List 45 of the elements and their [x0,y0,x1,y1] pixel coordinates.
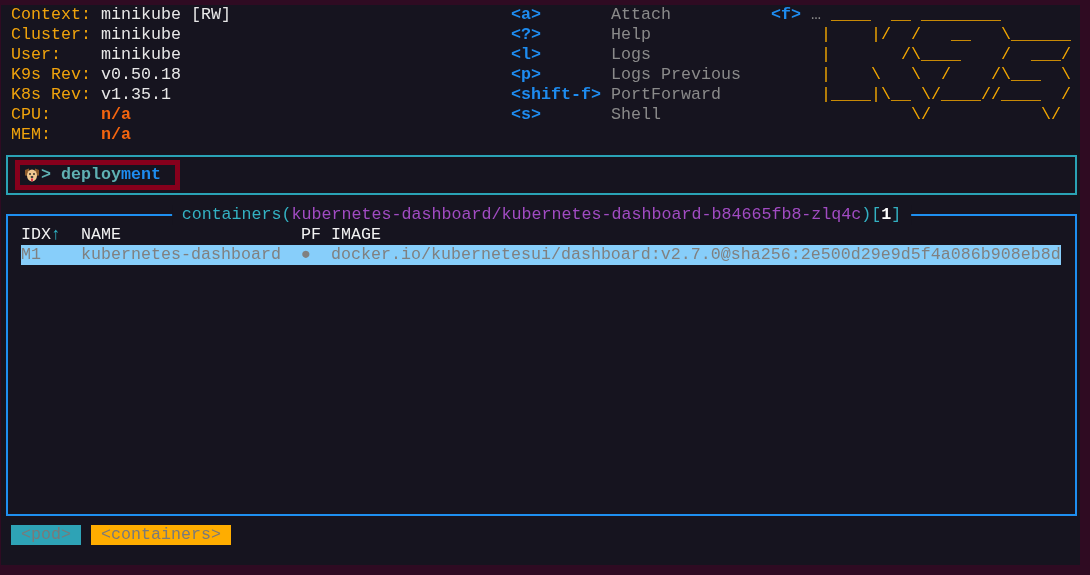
ascii-logo: ____ __ ________ | |/ / __ \______ | /\____ / ___/ | \ \ / /\___ \ |____|\__ \/____//____ / \/ \/ [821,5,1071,125]
shortcut-key: <?> [511,25,541,45]
breadcrumb[interactable]: <pod> [11,525,81,545]
column-header: IMAGE [331,225,381,245]
field-value: n/a [101,105,131,125]
shortcut-key: <f> [771,5,801,25]
command-text: deployment [61,165,161,185]
field-label: User: [11,45,61,65]
shortcut-action: Logs Previous [611,65,741,85]
panel-title: containers(kubernetes-dashboard/kubernetes-dashboard-b84665fb8-zlq4c)[1] [171,205,912,225]
table-cell: M1 [21,245,41,265]
dog-face-icon [24,167,40,183]
shortcut-action: … [811,5,821,25]
field-label: Context: [11,5,91,25]
column-header: IDX↑ [21,225,61,245]
field-value: minikube [101,45,181,65]
field-value: minikube [101,25,181,45]
column-header: NAME [81,225,121,245]
table-cell: kubernetes-dashboard [81,245,281,265]
shortcut-key: <a> [511,5,541,25]
field-value: n/a [101,125,131,145]
shortcut-action: Logs [611,45,651,65]
field-value: v0.50.18 [101,65,181,85]
field-label: K8s Rev: [11,85,91,105]
field-value: v1.35.1 [101,85,171,105]
field-label: Cluster: [11,25,91,45]
field-label: CPU: [11,105,51,125]
shortcut-action: PortForward [611,85,721,105]
shortcut-key: <p> [511,65,541,85]
shortcut-key: <l> [511,45,541,65]
shortcut-action: Attach [611,5,671,25]
field-label: MEM: [11,125,51,145]
field-value: minikube [RW] [101,5,231,25]
shortcut-key: <s> [511,105,541,125]
shortcut-action: Help [611,25,651,45]
table-cell: ● [301,245,311,265]
command-input[interactable]: > deployment [15,160,180,190]
prompt-symbol: > [41,165,51,185]
shortcut-key: <shift-f> [511,85,601,105]
breadcrumb[interactable]: <containers> [91,525,231,545]
field-label: K9s Rev: [11,65,91,85]
column-header: PF [301,225,321,245]
table-cell: docker.io/kubernetesui/dashboard:v2.7.0@sha256:2e500d29e9d5f4a086b908eb8d [331,245,1061,265]
shortcut-action: Shell [611,105,661,125]
table-row[interactable]: M1 kubernetes-dashboard ● docker.io/kubernetesui/dashboard:v2.7.0@sha256:2e500d29e9d5f4a086b908eb8d [21,245,1061,265]
